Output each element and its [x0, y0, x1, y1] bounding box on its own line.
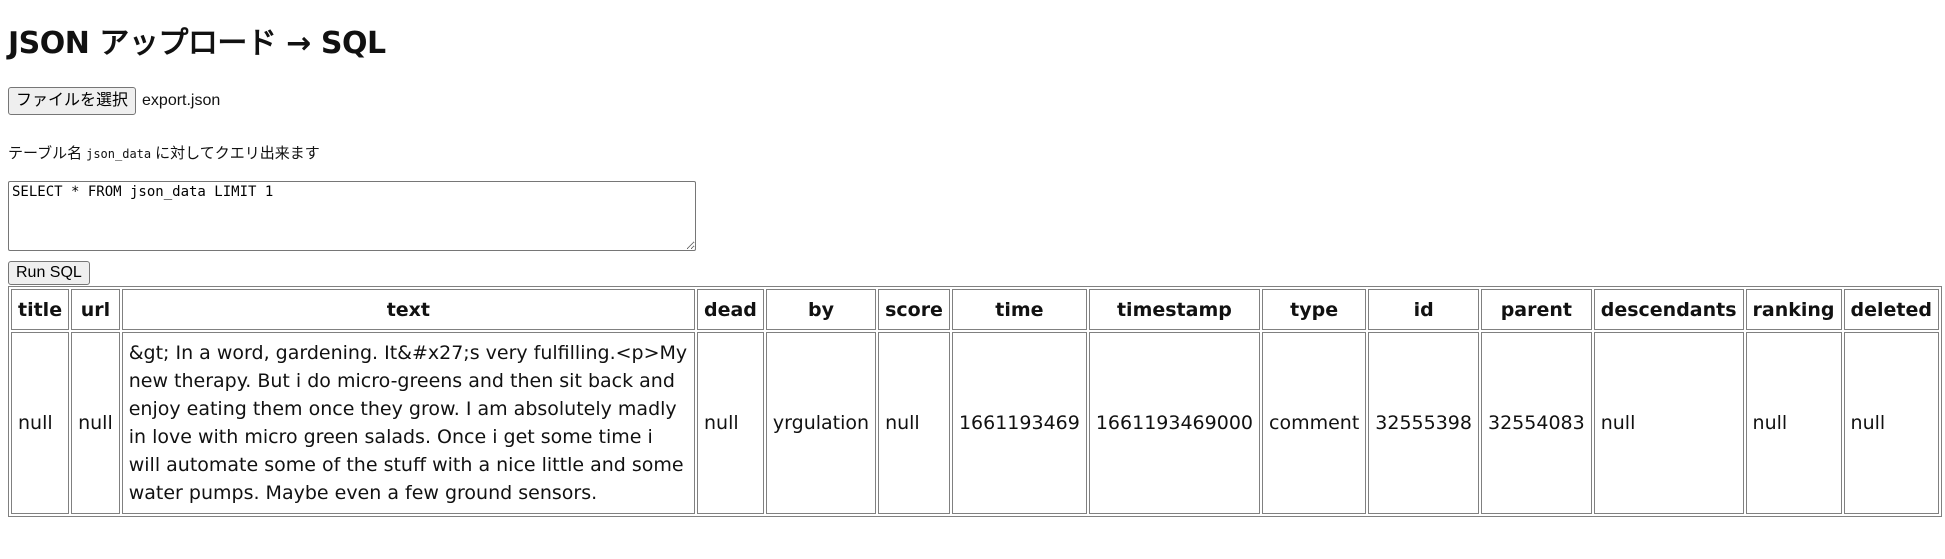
- cell-id: 32555398: [1368, 332, 1479, 514]
- hint-prefix: テーブル名: [8, 144, 83, 162]
- results-table: title url text dead by score time timest…: [8, 286, 1942, 517]
- column-header-deleted: deleted: [1843, 289, 1939, 330]
- column-header-id: id: [1368, 289, 1479, 330]
- sql-query-input[interactable]: SELECT * FROM json_data LIMIT 1: [8, 181, 696, 251]
- cell-timestamp: 1661193469000: [1088, 332, 1260, 514]
- page-title: JSON アップロード → SQL: [8, 26, 386, 61]
- selected-file-name: export.json: [142, 92, 221, 109]
- column-header-by: by: [765, 289, 877, 330]
- column-header-title: title: [11, 289, 70, 330]
- run-sql-button[interactable]: Run SQL: [8, 261, 90, 285]
- run-row: Run SQL: [8, 261, 1937, 285]
- table-header-row: title url text dead by score time timest…: [11, 289, 1939, 330]
- column-header-text: text: [121, 289, 695, 330]
- cell-score: null: [878, 332, 950, 514]
- column-header-type: type: [1262, 289, 1367, 330]
- column-header-timestamp: timestamp: [1088, 289, 1260, 330]
- cell-dead: null: [696, 332, 764, 514]
- column-header-parent: parent: [1481, 289, 1592, 330]
- cell-parent: 32554083: [1481, 332, 1592, 514]
- column-header-ranking: ranking: [1745, 289, 1842, 330]
- hint-suffix: に対してクエリ出来ます: [155, 144, 320, 162]
- column-header-score: score: [878, 289, 950, 330]
- table-name-code: json_data: [86, 147, 152, 161]
- table-hint: テーブル名 json_data に対してクエリ出来ます: [8, 142, 1937, 163]
- cell-descendants: null: [1593, 332, 1744, 514]
- cell-deleted: null: [1843, 332, 1939, 514]
- cell-text: &gt; In a word, gardening. It&#x27;s ver…: [121, 332, 695, 514]
- app-root: JSON アップロード → SQL ファイルを選択 export.json テー…: [0, 18, 1945, 517]
- cell-ranking: null: [1745, 332, 1842, 514]
- cell-url: null: [71, 332, 120, 514]
- cell-by: yrgulation: [765, 332, 877, 514]
- column-header-url: url: [71, 289, 120, 330]
- cell-title: null: [11, 332, 70, 514]
- file-upload-row: ファイルを選択 export.json: [8, 86, 1937, 116]
- column-header-time: time: [951, 289, 1087, 330]
- table-row: null null &gt; In a word, gardening. It&…: [11, 332, 1939, 514]
- cell-type: comment: [1262, 332, 1367, 514]
- column-header-dead: dead: [696, 289, 764, 330]
- cell-time: 1661193469: [951, 332, 1087, 514]
- column-header-descendants: descendants: [1593, 289, 1744, 330]
- choose-file-button[interactable]: ファイルを選択: [8, 87, 137, 115]
